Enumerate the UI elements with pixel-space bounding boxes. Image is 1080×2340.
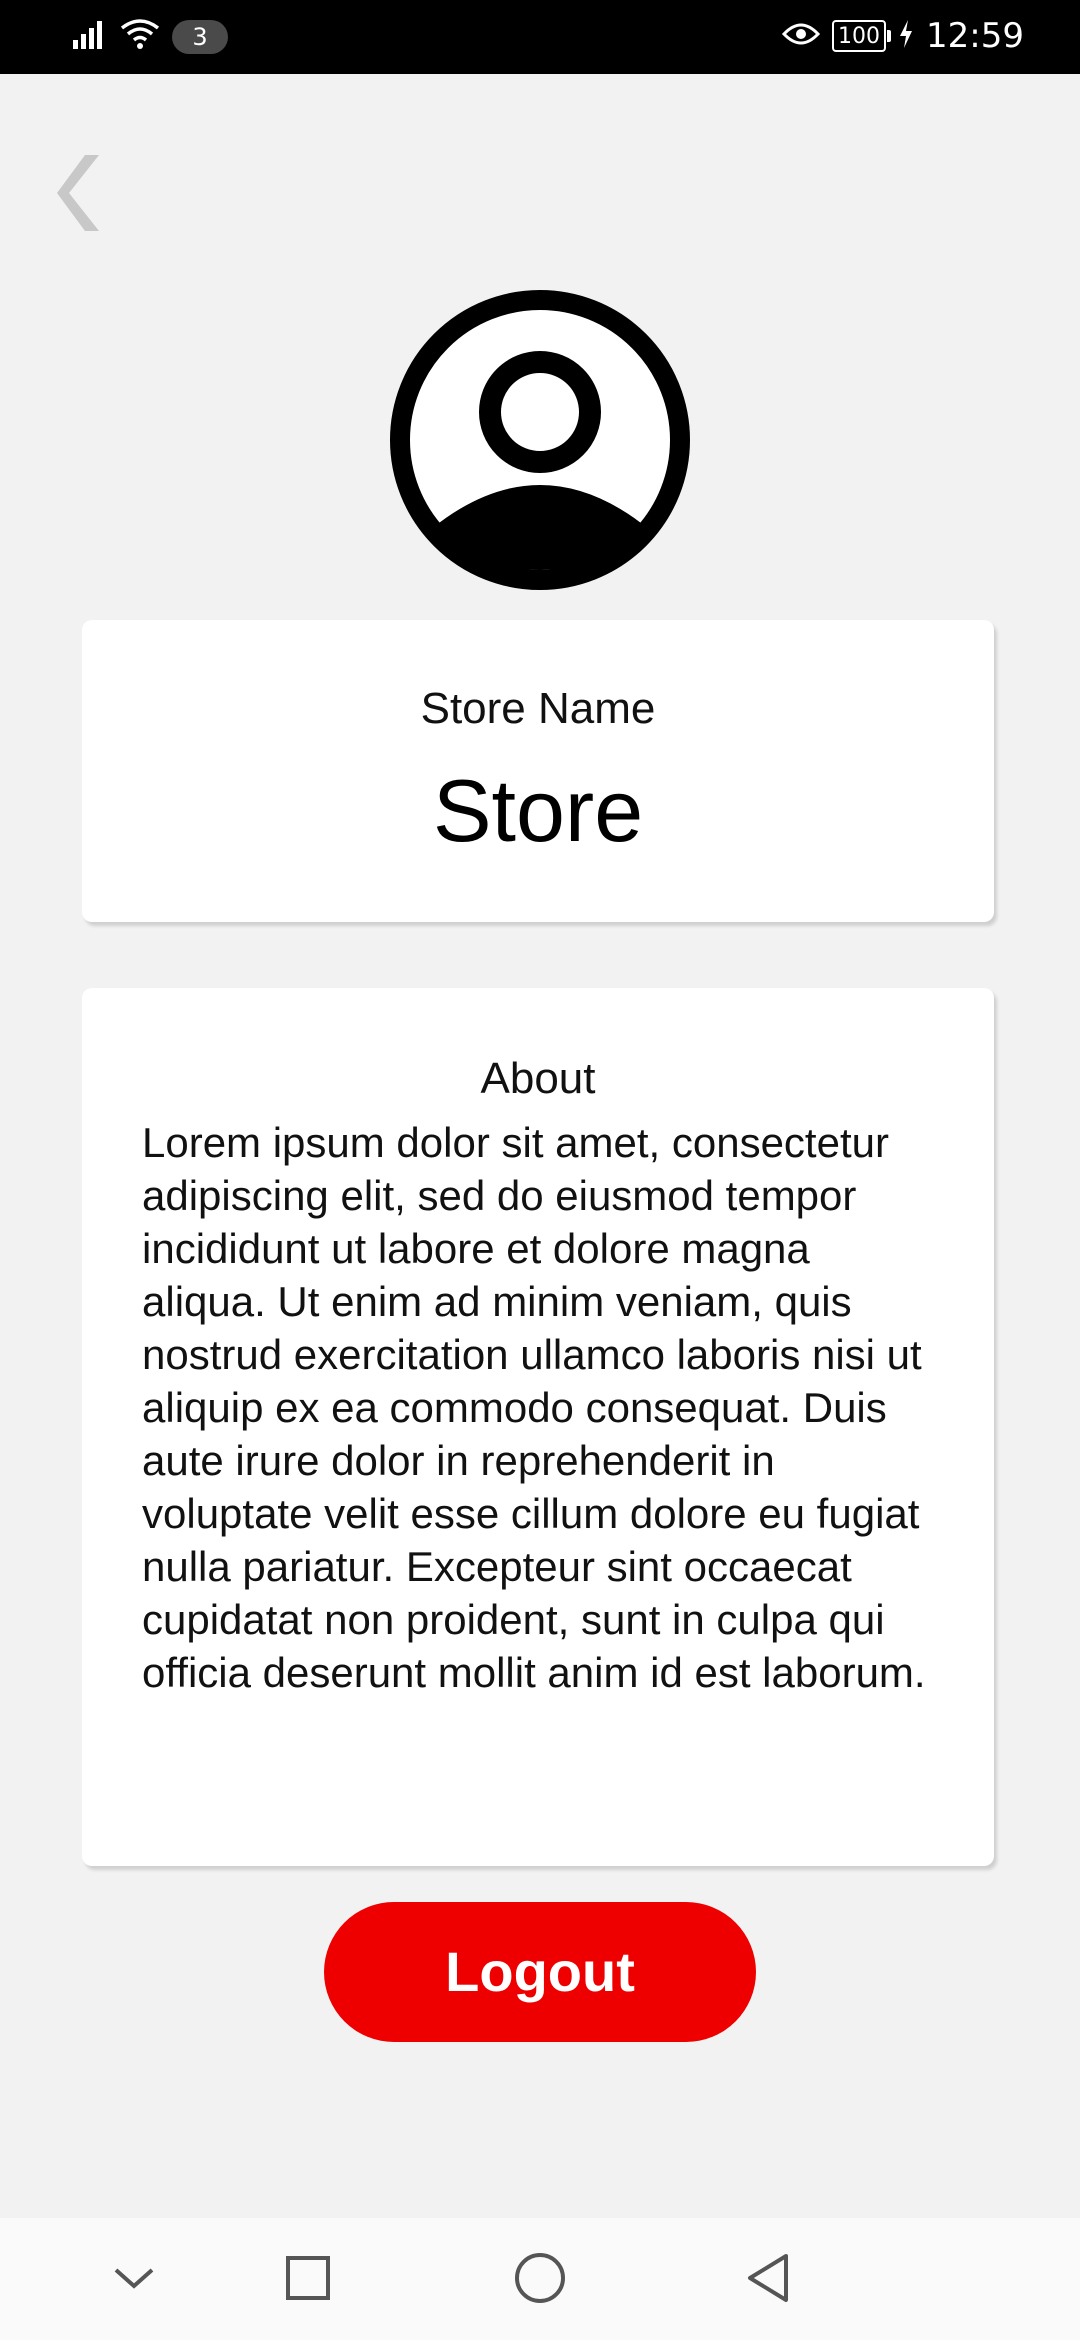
sim-count-badge: 3	[172, 19, 228, 54]
store-profile-screen: 3 100 12:59 Store Name Store About Lorem…	[0, 0, 1080, 2340]
eye-icon	[781, 20, 821, 53]
about-label: About	[480, 1054, 596, 1103]
logout-button[interactable]: Logout	[324, 1902, 756, 2042]
triangle-back-icon	[744, 2252, 792, 2309]
nav-recents-button[interactable]	[276, 2248, 340, 2312]
nav-back-button[interactable]	[736, 2248, 800, 2312]
system-nav-bar	[0, 2218, 1080, 2340]
signal-icon	[72, 18, 108, 55]
wifi-icon	[120, 18, 160, 55]
nav-collapse-button[interactable]	[102, 2248, 166, 2312]
square-icon	[284, 2254, 332, 2307]
about-card: About Lorem ipsum dolor sit amet, consec…	[82, 988, 994, 1866]
store-name-value: Store	[432, 761, 644, 860]
status-bar-right: 100 12:59	[781, 16, 1024, 56]
avatar	[390, 290, 690, 590]
user-avatar-icon	[390, 290, 690, 594]
battery-level: 100	[838, 23, 881, 49]
chevron-left-icon	[55, 151, 105, 240]
about-text: Lorem ipsum dolor sit amet, consectetur …	[142, 1119, 926, 1696]
status-bar-left: 3	[72, 18, 228, 55]
status-time: 12:59	[926, 16, 1024, 56]
battery-icon: 100	[832, 20, 892, 52]
charging-icon	[898, 19, 914, 54]
circle-icon	[513, 2251, 567, 2310]
store-name-card: Store Name Store	[82, 620, 994, 922]
status-bar: 3 100 12:59	[0, 0, 1080, 74]
store-name-label: Store Name	[420, 684, 656, 733]
nav-home-button[interactable]	[508, 2248, 572, 2312]
chevron-down-icon	[112, 2264, 156, 2297]
back-button[interactable]	[40, 140, 120, 250]
